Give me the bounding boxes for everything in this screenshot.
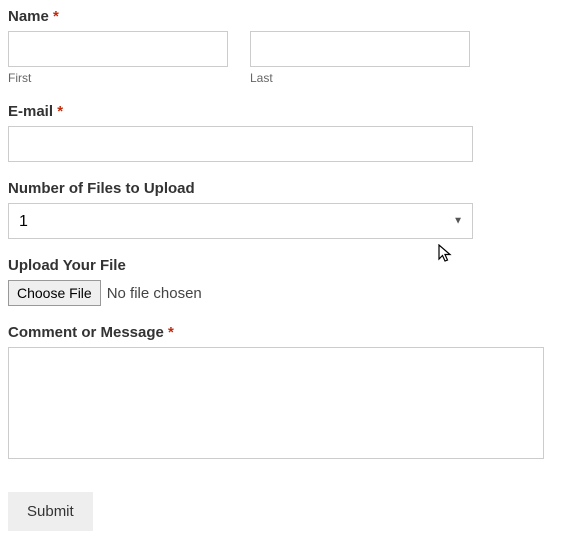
name-required-marker: * (53, 8, 59, 25)
num-files-label: Number of Files to Upload (8, 180, 554, 197)
name-label: Name * (8, 8, 554, 25)
email-input[interactable] (8, 126, 473, 162)
email-required-marker: * (57, 103, 63, 120)
comment-label: Comment or Message * (8, 324, 554, 341)
file-status-text: No file chosen (107, 285, 202, 302)
first-name-sublabel: First (8, 71, 228, 85)
comment-textarea[interactable] (8, 347, 544, 459)
name-label-text: Name (8, 8, 49, 25)
last-name-sublabel: Last (250, 71, 470, 85)
email-label: E-mail * (8, 103, 554, 120)
choose-file-button[interactable]: Choose File (8, 280, 101, 306)
email-label-text: E-mail (8, 103, 53, 120)
submit-button[interactable]: Submit (8, 492, 93, 531)
last-name-input[interactable] (250, 31, 470, 67)
num-files-select[interactable]: 1 (8, 203, 473, 239)
first-name-input[interactable] (8, 31, 228, 67)
upload-file-label: Upload Your File (8, 257, 554, 274)
comment-required-marker: * (168, 324, 174, 341)
comment-label-text: Comment or Message (8, 324, 164, 341)
